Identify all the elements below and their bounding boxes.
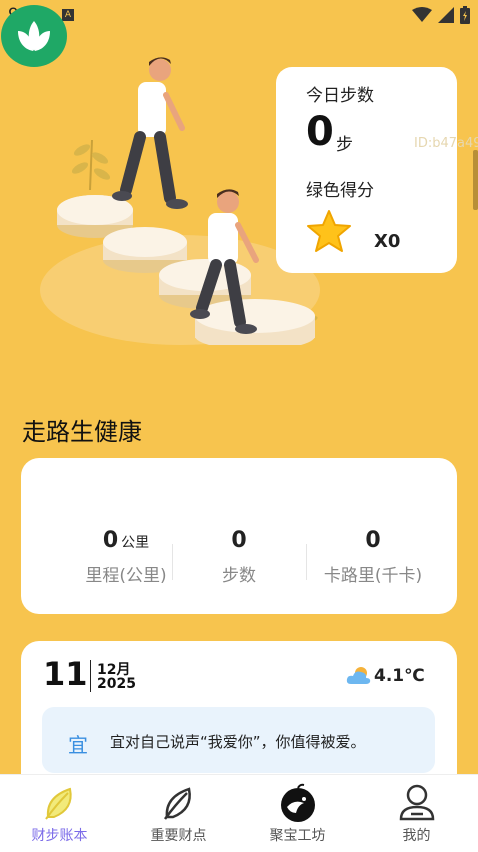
- calories-label: 卡路里(千卡): [323, 566, 423, 586]
- battery-icon: [460, 6, 470, 24]
- wifi-icon: [412, 7, 432, 22]
- today-steps-value: 0: [306, 109, 334, 155]
- notification-a-icon: A: [62, 9, 74, 21]
- walker-top: [112, 57, 188, 209]
- steps-value: 0: [231, 528, 247, 553]
- plant-left: [71, 139, 111, 191]
- section-title: 走路生健康: [22, 418, 142, 446]
- calendar-day: 11: [43, 655, 88, 693]
- calories-stat: 0 卡路里(千卡): [303, 528, 443, 586]
- today-steps-card[interactable]: 今日步数 0 步 绿色得分 X0: [276, 67, 457, 273]
- scrollbar[interactable]: [473, 150, 478, 210]
- bottom-nav: 财步账本 重要财点 聚宝工坊 我的: [0, 774, 478, 852]
- leaf-outline-icon: [163, 787, 191, 820]
- temperature: 4.1℃: [374, 666, 425, 686]
- bird-logo-icon: [281, 783, 315, 822]
- nav-item-mine[interactable]: 我的: [357, 775, 476, 852]
- nav-item-ledger[interactable]: 财步账本: [0, 775, 119, 852]
- nav-item-points[interactable]: 重要财点: [119, 775, 238, 852]
- nav-label-ledger: 财步账本: [31, 828, 88, 844]
- nav-label-points: 重要财点: [150, 828, 207, 844]
- signal-icon: [438, 7, 454, 23]
- green-score-label: 绿色得分: [306, 181, 374, 201]
- nav-label-workshop: 聚宝工坊: [269, 828, 326, 844]
- nav-label-mine: 我的: [402, 828, 431, 844]
- distance-value: 0: [102, 528, 119, 553]
- stats-card: 0 公里 里程(公里) 0 步数 0 卡路里(千卡): [21, 458, 457, 614]
- yi-char: 宜: [68, 733, 88, 757]
- green-score-value: X0: [374, 231, 401, 252]
- steps-unit: 步: [336, 135, 353, 155]
- distance-unit: 公里: [121, 535, 150, 551]
- system-icons: [412, 6, 470, 24]
- date-separator: [90, 660, 91, 692]
- steps-label: 步数: [222, 566, 256, 586]
- status-bar: 9:14 A: [0, 0, 478, 32]
- today-steps-label: 今日步数: [306, 86, 374, 106]
- daily-advice-box: 宜 宜对自己说声“我爱你”，你值得被爱。: [42, 707, 435, 773]
- cloudy-icon: [346, 667, 371, 684]
- calendar-year: 2025: [97, 676, 136, 692]
- daily-advice-text: 宜对自己说声“我爱你”，你值得被爱。: [110, 733, 366, 751]
- leaf-icon: [45, 787, 72, 820]
- user-icon: [399, 784, 435, 821]
- star-icon: [307, 210, 351, 252]
- watermark-id: ID:b47a49: [414, 136, 478, 151]
- steps-stat: 0 步数: [169, 528, 309, 586]
- calories-value: 0: [365, 528, 381, 553]
- nav-item-workshop[interactable]: 聚宝工坊: [238, 775, 357, 852]
